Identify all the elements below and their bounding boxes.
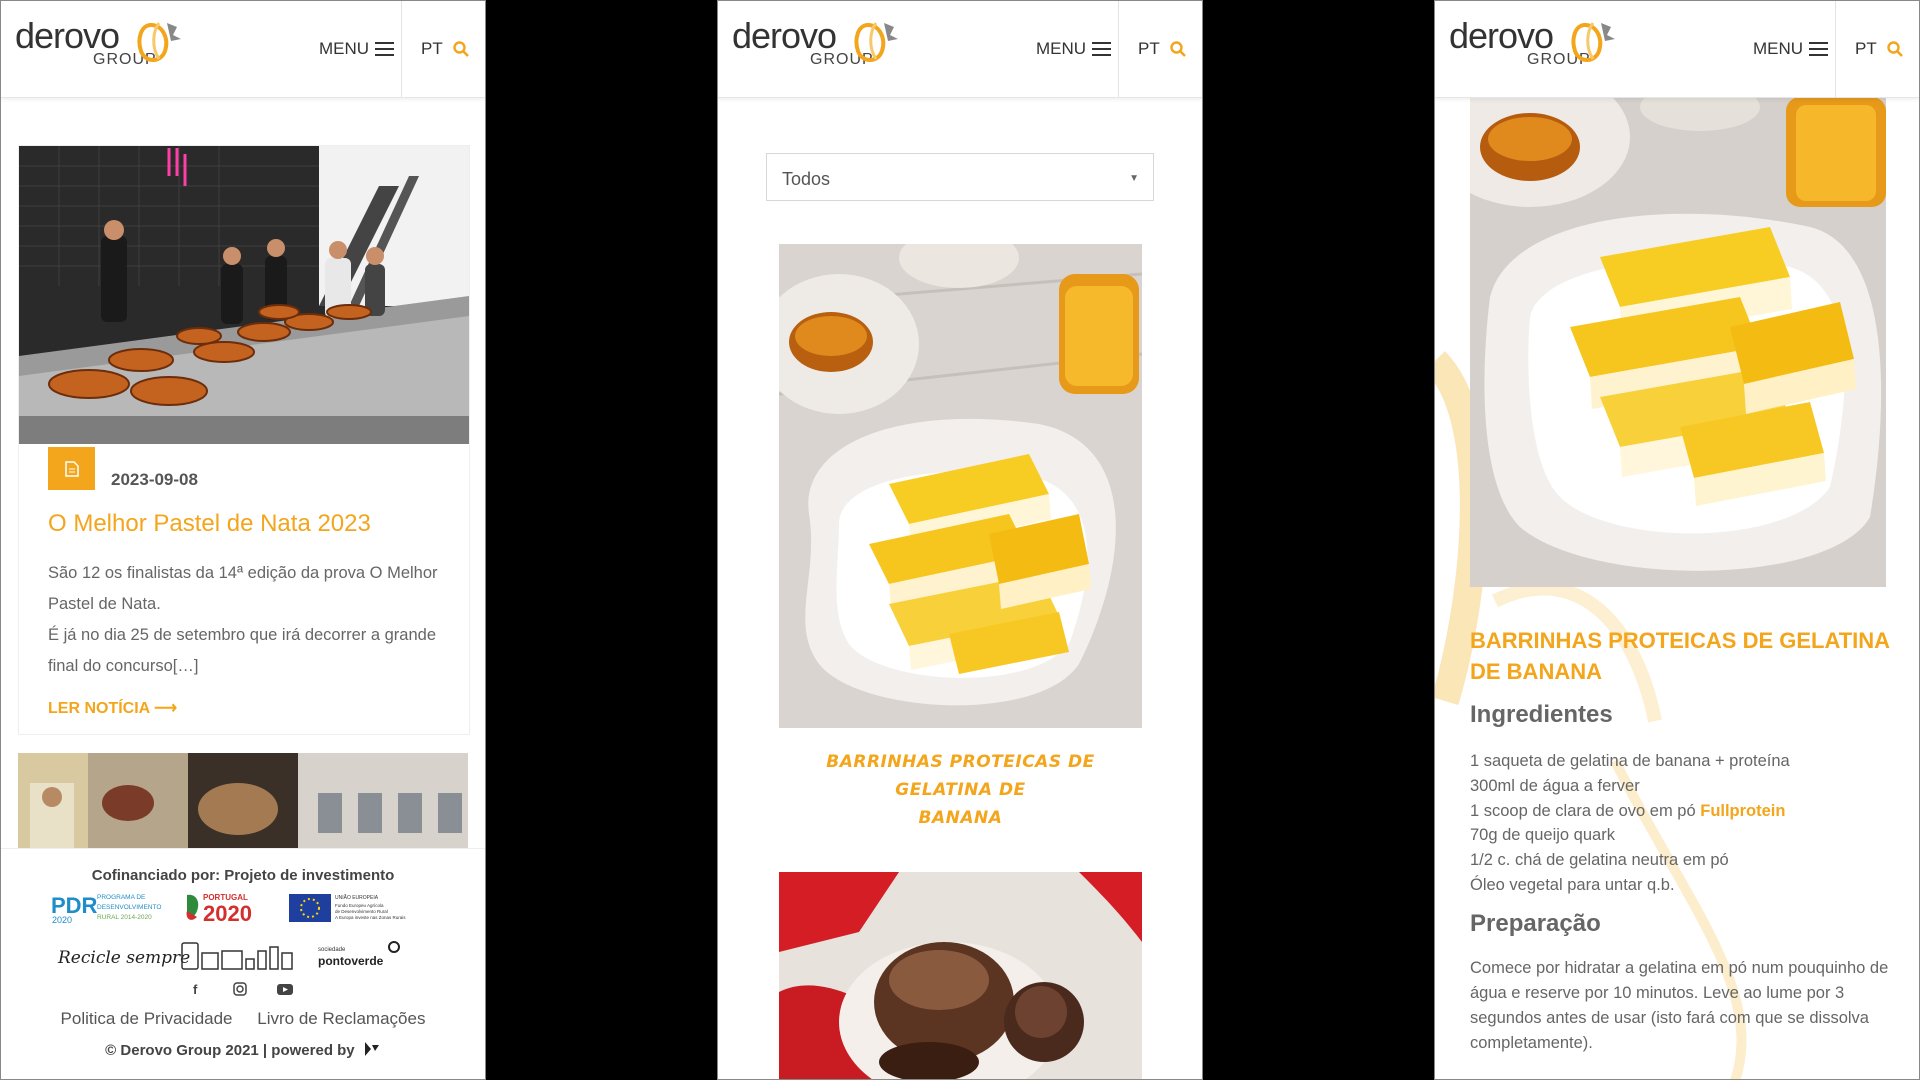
menu-button[interactable]: MENU — [1036, 39, 1112, 59]
egg-logo-icon — [137, 22, 181, 62]
svg-text:UNIÃO EUROPEIA: UNIÃO EUROPEIA — [335, 894, 379, 901]
news-image-second[interactable] — [18, 753, 468, 848]
phone-panel-recipe-detail: derovo GROUP MENU PT BARRINHAS PROTEICAS… — [1434, 0, 1920, 1080]
document-icon — [48, 447, 95, 490]
preparation-text: Comece por hidratar a gelatina em pó num… — [1470, 959, 1889, 1052]
recipe-filter-select[interactable]: Todos ▼ — [766, 153, 1154, 201]
facebook-icon[interactable]: f — [193, 982, 198, 997]
svg-text:2020: 2020 — [203, 901, 252, 925]
recipe-image-banana-bars[interactable] — [779, 244, 1142, 728]
menu-button[interactable]: MENU — [319, 39, 395, 59]
news-date: 2023-09-08 — [111, 470, 198, 489]
news-card[interactable]: 2023-09-08 O Melhor Pastel de Nata 2023 … — [18, 145, 470, 735]
packaging-icons — [181, 942, 293, 970]
recipe-detail-image — [1470, 97, 1886, 587]
svg-text:de Desenvolvimento Rural: de Desenvolvimento Rural — [335, 909, 388, 914]
site-header: derovo GROUP MENU PT — [1435, 1, 1919, 98]
svg-text:RURAL 2014-2020: RURAL 2014-2020 — [97, 914, 152, 921]
recipe-detail-title: BARRINHAS PROTEICAS DE GELATINA DE BANAN… — [1470, 628, 1890, 684]
svg-text:PROGRAMA DE: PROGRAMA DE — [97, 894, 146, 901]
hamburger-icon — [1092, 42, 1112, 56]
portugal2020-logo: PORTUGAL 2020 — [186, 893, 252, 925]
svg-text:sociedade: sociedade — [318, 947, 346, 953]
language-selector[interactable]: PT — [1855, 39, 1877, 59]
complaints-book-link[interactable]: Livro de Reclamações — [257, 1009, 425, 1028]
recipe-title-link[interactable]: BARRINHAS PROTEICAS DE GELATINA DE BANAN… — [779, 748, 1142, 832]
menu-button[interactable]: MENU — [1753, 39, 1829, 59]
ingredient-item: 300ml de água a ferver — [1470, 776, 1640, 795]
ingredient-item: 1/2 c. chá de gelatina neutra em pó — [1470, 851, 1729, 870]
site-header: derovo GROUP MENU PT — [1, 1, 485, 98]
pdr2020-logo: PDR 2020 PROGRAMA DE DESENVOLVIMENTO RUR… — [51, 893, 161, 925]
search-icon[interactable] — [1170, 41, 1186, 57]
svg-text:DESENVOLVIMENTO: DESENVOLVIMENTO — [97, 904, 161, 911]
powered-by-logo-icon[interactable] — [363, 1041, 381, 1057]
derovo-logo[interactable]: derovo GROUP — [15, 15, 195, 69]
eu-flag-logo: UNIÃO EUROPEIA Fundo Europeu Agrícola de… — [289, 894, 406, 922]
ingredients-heading: Ingredientes — [1470, 701, 1613, 728]
recipe-image-chocolate[interactable] — [779, 872, 1142, 1080]
svg-text:pontoverde: pontoverde — [318, 954, 384, 968]
svg-text:Recicle sempre: Recicle sempre — [57, 948, 190, 968]
read-more-link[interactable]: LER NOTÍCIA ⟶ — [48, 698, 177, 718]
ingredient-item: 70g de queijo quark — [1470, 826, 1615, 845]
header-divider — [1118, 1, 1119, 97]
privacy-policy-link[interactable]: Politica de Privacidade — [61, 1009, 233, 1028]
ingredients-list: 1 saqueta de gelatina de banana + proteí… — [1470, 749, 1890, 898]
copyright: © Derovo Group 2021 | powered by — [1, 1041, 485, 1059]
header-divider — [401, 1, 402, 97]
search-icon[interactable] — [1887, 41, 1903, 57]
instagram-icon[interactable] — [233, 982, 247, 996]
egg-logo-icon — [1571, 22, 1615, 62]
egg-logo-icon — [854, 22, 898, 62]
footer-links: Politica de Privacidade Livro de Reclama… — [1, 1009, 485, 1029]
site-header: derovo GROUP MENU PT — [718, 1, 1202, 98]
ingredient-item: 1 scoop de clara de ovo em pó Fullprotei… — [1470, 801, 1786, 820]
search-icon[interactable] — [453, 41, 469, 57]
phone-panel-recipes: derovo GROUP MENU PT Todos ▼ BARRINHAS P… — [717, 0, 1203, 1080]
hamburger-icon — [375, 42, 395, 56]
phone-panel-news: derovo GROUP MENU PT 2023-09-08 O Melhor… — [0, 0, 486, 1080]
svg-text:Fundo Europeu Agrícola: Fundo Europeu Agrícola — [335, 903, 384, 908]
hamburger-icon — [1809, 42, 1829, 56]
site-footer: Cofinanciado por: Projeto de investiment… — [1, 848, 485, 1079]
language-selector[interactable]: PT — [1138, 39, 1160, 59]
preparation-heading: Preparação — [1470, 910, 1601, 937]
funding-logos: PDR 2020 PROGRAMA DE DESENVOLVIMENTO RUR… — [51, 893, 406, 925]
header-divider — [1835, 1, 1836, 97]
derovo-logo[interactable]: derovo GROUP — [732, 15, 912, 69]
recycle-logos: Recicle sempre sociedade pontoverde — [57, 941, 400, 970]
svg-text:A Europa investe nas Zonas Rur: A Europa investe nas Zonas Rurais — [335, 915, 406, 920]
derovo-logo[interactable]: derovo GROUP — [1449, 15, 1629, 69]
fullprotein-link[interactable]: Fullprotein — [1700, 802, 1785, 820]
social-links: f — [193, 982, 293, 997]
ingredient-item: Óleo vegetal para untar q.b. — [1470, 875, 1675, 894]
caret-down-icon: ▼ — [1129, 173, 1139, 184]
youtube-icon[interactable] — [277, 984, 293, 995]
language-selector[interactable]: PT — [421, 39, 443, 59]
cofinanced-text: Cofinanciado por: Projeto de investiment… — [91, 867, 395, 884]
news-title-link[interactable]: O Melhor Pastel de Nata 2023 — [48, 510, 371, 538]
news-image-pastel-de-nata[interactable] — [19, 146, 469, 444]
ingredient-item: 1 saqueta de gelatina de banana + proteí… — [1470, 752, 1790, 770]
svg-text:2020: 2020 — [52, 915, 72, 925]
news-excerpt: São 12 os finalistas da 14ª edição da pr… — [48, 564, 438, 675]
